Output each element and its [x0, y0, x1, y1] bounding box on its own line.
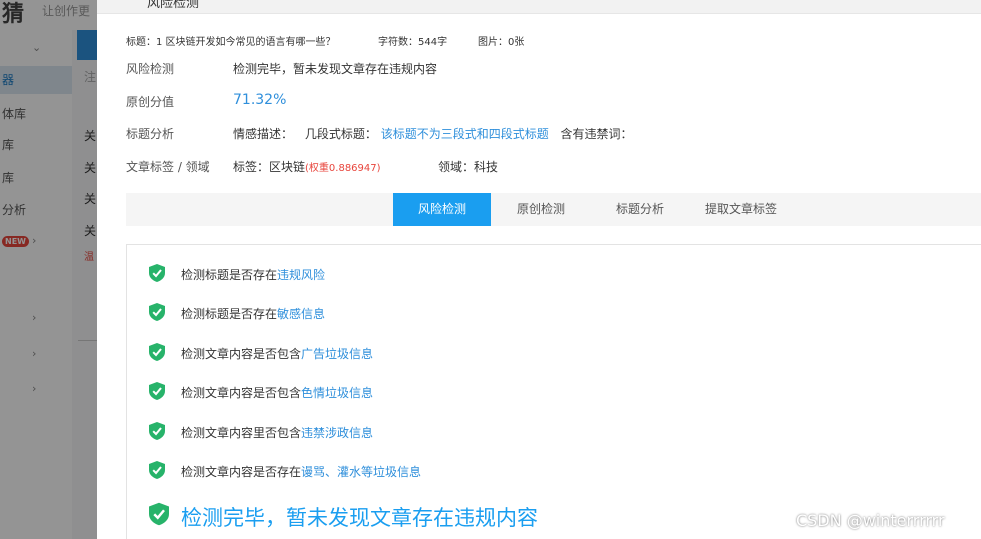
- check-prefix: 检测文章内容里否包含: [181, 426, 302, 440]
- risk-label: 风险检测: [126, 62, 175, 76]
- final-result-text: 检测完毕，暂未发现文章存在违规内容: [181, 506, 538, 530]
- risk-check-modal: 风险检测 标题：1 区块链开发如今常见的语言有哪一些？ 字符数：544字 图片：…: [97, 0, 981, 539]
- check-prefix: 检测文章内容是否包含: [181, 347, 302, 361]
- risk-value: 检测完毕，暂未发现文章存在违规内容: [233, 62, 438, 76]
- shield-check-icon: [149, 303, 165, 321]
- check-prefix: 检测文章内容是否存在: [181, 465, 302, 479]
- check-link[interactable]: 违规风险: [277, 268, 325, 282]
- title-analysis-value: 情感描述： 几段式标题： 该标题不为三段式和四段式标题 含有违禁词：: [233, 125, 633, 142]
- emotion-label: 情感描述：: [233, 127, 294, 141]
- original-score: 71.32%: [233, 92, 287, 108]
- check-text: 检测文章内容是否存在谩骂、灌水等垃圾信息: [181, 463, 421, 480]
- tag-value: 标签：区块链: [233, 160, 306, 174]
- tag-weight: (权重0.886947): [305, 163, 381, 174]
- check-link[interactable]: 违禁涉政信息: [301, 426, 373, 440]
- check-text: 检测标题是否存在违规风险: [181, 266, 325, 283]
- check-link[interactable]: 广告垃圾信息: [301, 347, 373, 361]
- tabs-bar: 风险检测 原创检测 标题分析 提取文章标签: [126, 193, 981, 226]
- check-link[interactable]: 谩骂、灌水等垃圾信息: [301, 465, 421, 479]
- tags-label: 文章标签 / 领域: [126, 160, 210, 174]
- title-analysis-label: 标题分析: [126, 127, 175, 141]
- banned-words-label: 含有违禁词：: [560, 127, 633, 141]
- shield-check-icon: [149, 422, 165, 440]
- tab-title-analysis[interactable]: 标题分析: [596, 193, 684, 226]
- structure-label: 几段式标题：: [304, 127, 377, 141]
- check-text: 检测文章内容里否包含违禁涉政信息: [181, 424, 373, 441]
- original-label: 原创分值: [126, 95, 175, 109]
- check-link[interactable]: 敏感信息: [277, 307, 325, 321]
- shield-check-icon: [149, 264, 165, 282]
- modal-header: 风险检测: [97, 0, 981, 14]
- tab-extract-tags[interactable]: 提取文章标签: [686, 193, 796, 226]
- check-text: 检测标题是否存在敏感信息: [181, 305, 325, 322]
- shield-check-icon: [149, 502, 169, 526]
- tab-risk-check[interactable]: 风险检测: [393, 193, 491, 226]
- shield-check-icon: [149, 382, 165, 400]
- check-prefix: 检测标题是否存在: [181, 307, 278, 321]
- structure-value: 该标题不为三段式和四段式标题: [380, 127, 549, 141]
- char-count-info: 字符数：544字: [378, 37, 448, 48]
- check-text: 检测文章内容是否包含色情垃圾信息: [181, 384, 373, 401]
- shield-check-icon: [149, 343, 165, 361]
- check-text: 检测文章内容是否包含广告垃圾信息: [181, 345, 373, 362]
- shield-check-icon: [149, 461, 165, 479]
- check-link[interactable]: 色情垃圾信息: [301, 386, 373, 400]
- check-prefix: 检测标题是否存在: [181, 268, 278, 282]
- article-title-info: 标题：1 区块链开发如今常见的语言有哪一些？: [126, 37, 336, 48]
- tags-value: 标签：区块链(权重0.886947): [233, 158, 381, 175]
- tab-original-check[interactable]: 原创检测: [496, 193, 586, 226]
- modal-title: 风险检测: [147, 0, 200, 11]
- check-prefix: 检测文章内容是否包含: [181, 386, 302, 400]
- csdn-watermark: CSDN @winterrrrrr: [796, 511, 945, 530]
- domain-value: 领域：科技: [438, 160, 499, 174]
- image-count-info: 图片：0张: [478, 37, 525, 48]
